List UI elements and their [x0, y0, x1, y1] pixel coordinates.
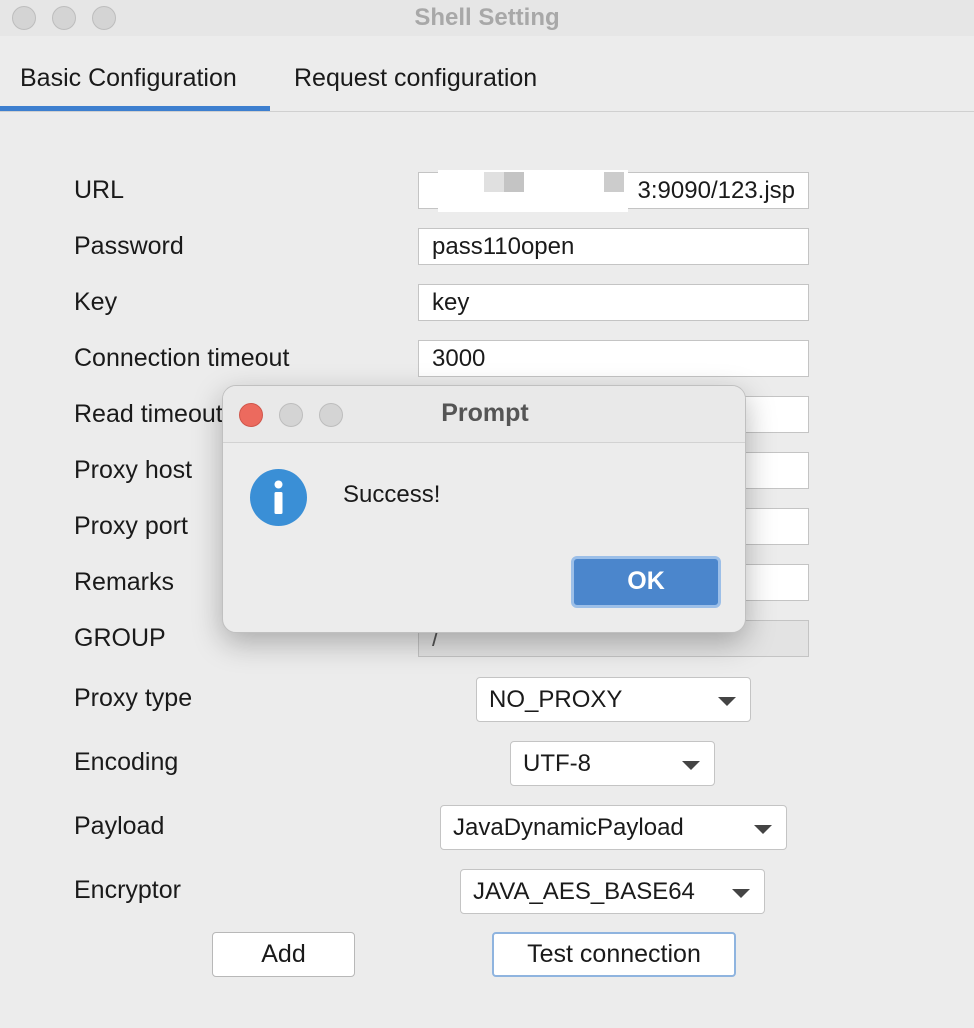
chevron-down-icon	[754, 825, 772, 834]
proxy-type-select[interactable]: NO_PROXY	[476, 677, 751, 722]
url-redaction-block	[604, 172, 624, 192]
proxy-type-value: NO_PROXY	[489, 686, 623, 713]
key-label: Key	[74, 288, 118, 316]
url-field-value: 3:9090/123.jsp	[637, 177, 795, 204]
read-timeout-label: Read timeout	[74, 400, 223, 428]
url-redaction-block	[484, 172, 504, 192]
remarks-label: Remarks	[74, 568, 175, 596]
encryptor-label: Encryptor	[74, 876, 181, 904]
url-redaction-block	[504, 172, 524, 192]
encryptor-value: JAVA_AES_BASE64	[473, 878, 695, 905]
proxy-type-label: Proxy type	[74, 684, 193, 712]
tab-basic-configuration[interactable]: Basic Configuration	[20, 64, 237, 93]
proxy-host-label: Proxy host	[74, 456, 193, 484]
window-titlebar: Shell Setting	[0, 0, 974, 36]
payload-select[interactable]: JavaDynamicPayload	[440, 805, 787, 850]
encoding-value: UTF-8	[523, 750, 591, 777]
test-connection-button[interactable]: Test connection	[492, 932, 736, 977]
encryptor-select[interactable]: JAVA_AES_BASE64	[460, 869, 765, 914]
password-label: Password	[74, 232, 184, 260]
url-label: URL	[74, 176, 125, 204]
key-field[interactable]: key	[418, 284, 809, 321]
payload-label: Payload	[74, 812, 165, 840]
encoding-select[interactable]: UTF-8	[510, 741, 715, 786]
active-tab-indicator	[0, 106, 270, 111]
url-redaction-mask	[438, 170, 628, 212]
dialog-titlebar: Prompt	[223, 386, 745, 443]
password-field[interactable]: pass110open	[418, 228, 809, 265]
tab-bar: Basic Configuration Request configuratio…	[0, 48, 974, 112]
proxy-port-label: Proxy port	[74, 512, 188, 540]
group-label: GROUP	[74, 624, 166, 652]
dialog-title: Prompt	[441, 399, 529, 427]
encoding-label: Encoding	[74, 748, 179, 776]
connection-timeout-label: Connection timeout	[74, 344, 290, 372]
chevron-down-icon	[732, 889, 750, 898]
dialog-message: Success!	[343, 481, 441, 508]
ok-button[interactable]: OK	[571, 556, 721, 608]
chevron-down-icon	[718, 697, 736, 706]
chevron-down-icon	[682, 761, 700, 770]
tab-request-configuration[interactable]: Request configuration	[294, 64, 537, 93]
add-button[interactable]: Add	[212, 932, 355, 977]
prompt-dialog: Prompt Success! OK	[222, 385, 746, 633]
connection-timeout-field[interactable]: 3000	[418, 340, 809, 377]
payload-value: JavaDynamicPayload	[453, 814, 684, 841]
window-title: Shell Setting	[414, 4, 560, 31]
info-icon	[250, 469, 307, 526]
